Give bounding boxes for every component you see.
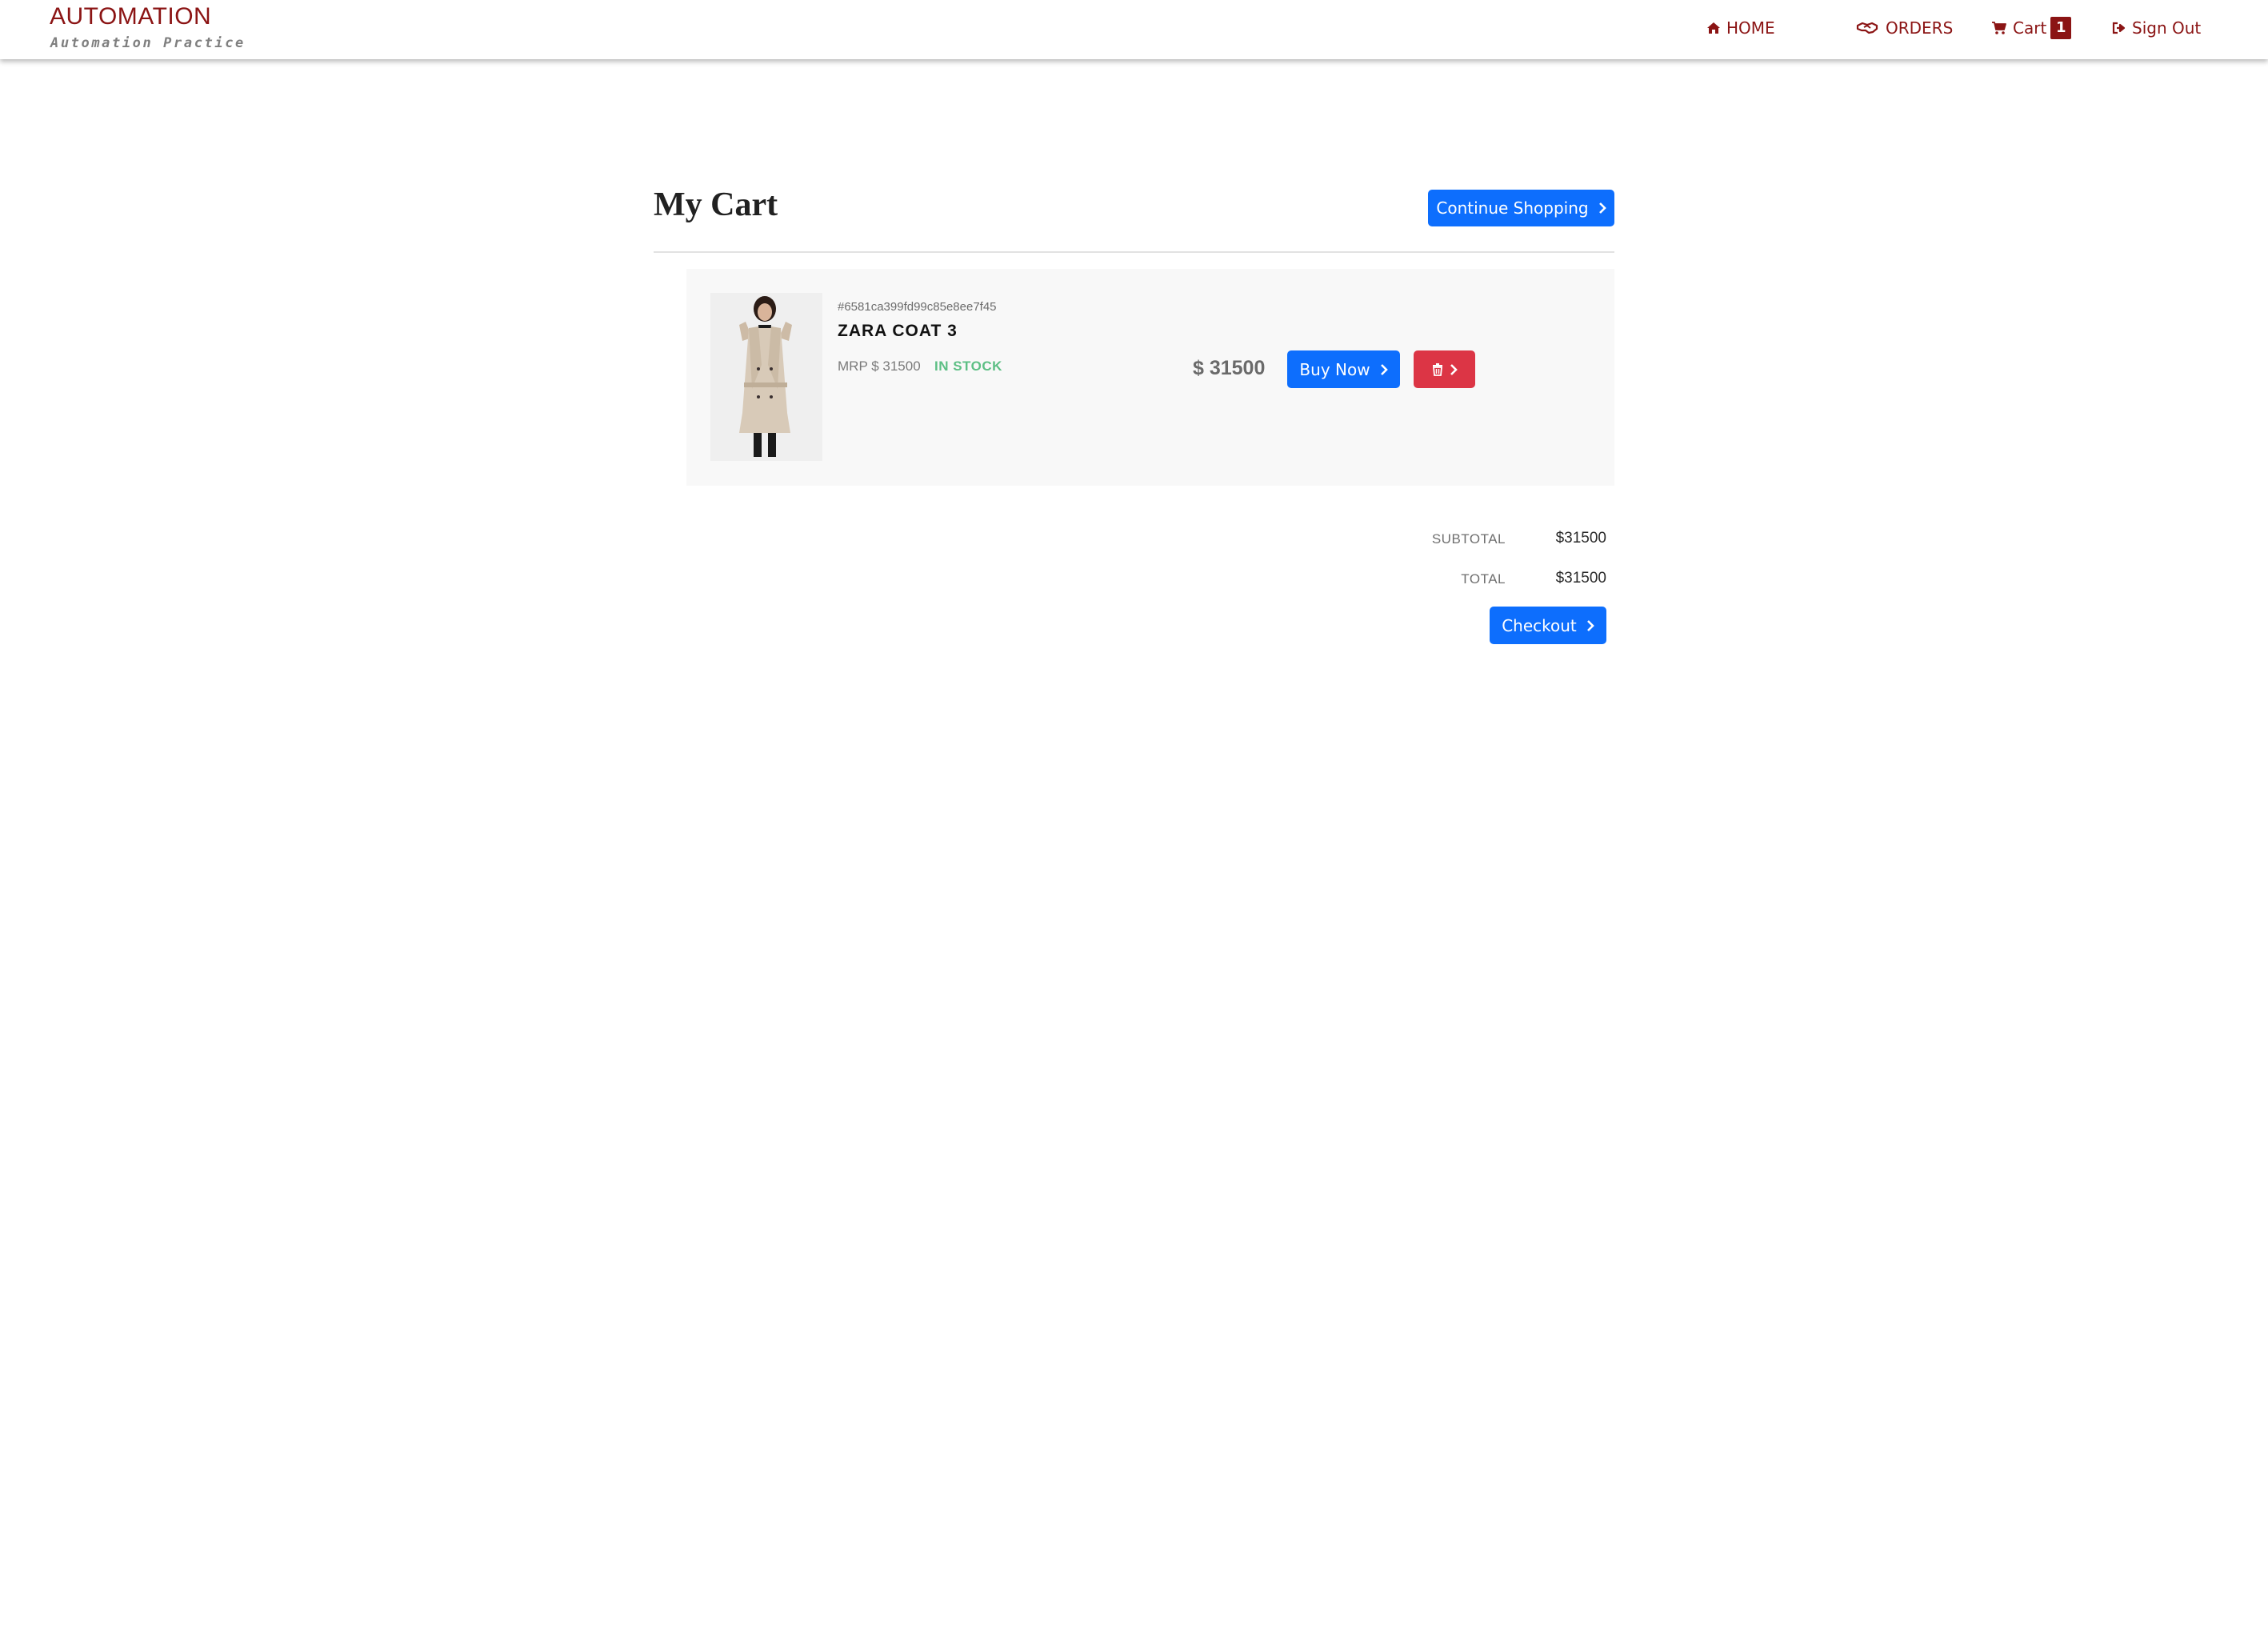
checkout-button[interactable]: Checkout bbox=[1490, 607, 1606, 644]
nav-cart-link[interactable]: Cart 1 bbox=[1991, 16, 2072, 40]
buy-now-button[interactable]: Buy Now bbox=[1287, 350, 1400, 388]
home-icon bbox=[1707, 22, 1720, 34]
total-value: $31500 bbox=[1555, 570, 1606, 587]
handshake-icon bbox=[1856, 22, 1878, 34]
nav-orders-link[interactable]: ORDERS bbox=[1856, 16, 1953, 40]
zara-coat-product-image bbox=[710, 293, 822, 461]
cart-icon bbox=[1992, 22, 2006, 34]
cart-count-badge: 1 bbox=[2050, 17, 2072, 39]
product-id: #6581ca399fd99c85e8ee7f45 bbox=[838, 300, 997, 314]
page-title: My Cart bbox=[654, 186, 778, 223]
trash-icon bbox=[1432, 362, 1442, 376]
top-navbar: AUTOMATION Automation Practice HOME ORDE… bbox=[0, 0, 2268, 59]
nav-cart-label: Cart bbox=[2013, 18, 2047, 38]
stock-status: IN STOCK bbox=[934, 358, 1002, 374]
nav-signout-link[interactable]: Sign Out bbox=[2112, 16, 2201, 40]
chevron-right-icon bbox=[1598, 202, 1606, 214]
continue-shopping-label: Continue Shopping bbox=[1436, 198, 1589, 218]
subtotal-value: $31500 bbox=[1555, 530, 1606, 547]
delete-item-button[interactable] bbox=[1414, 350, 1475, 388]
nav-orders-label: ORDERS bbox=[1886, 18, 1954, 38]
continue-shopping-button[interactable]: Continue Shopping bbox=[1428, 190, 1614, 226]
chevron-right-icon bbox=[1586, 619, 1594, 631]
product-name: ZARA COAT 3 bbox=[838, 322, 958, 340]
sign-out-icon bbox=[2112, 22, 2126, 34]
product-image bbox=[710, 293, 822, 461]
brand-title[interactable]: AUTOMATION bbox=[50, 3, 211, 30]
product-price: $ 31500 bbox=[1193, 357, 1266, 379]
cart-item bbox=[686, 269, 1614, 486]
nav-signout-label: Sign Out bbox=[2132, 18, 2202, 38]
checkout-label: Checkout bbox=[1502, 615, 1577, 635]
product-mrp: MRP $ 31500 bbox=[838, 358, 921, 374]
brand-subtitle: Automation Practice bbox=[50, 35, 246, 51]
nav-home-label: HOME bbox=[1726, 18, 1775, 38]
chevron-right-icon bbox=[1380, 363, 1388, 375]
buy-now-label: Buy Now bbox=[1299, 359, 1370, 379]
chevron-right-icon bbox=[1450, 363, 1458, 375]
header-divider bbox=[654, 251, 1614, 253]
nav-home-link[interactable]: HOME bbox=[1706, 16, 1775, 40]
